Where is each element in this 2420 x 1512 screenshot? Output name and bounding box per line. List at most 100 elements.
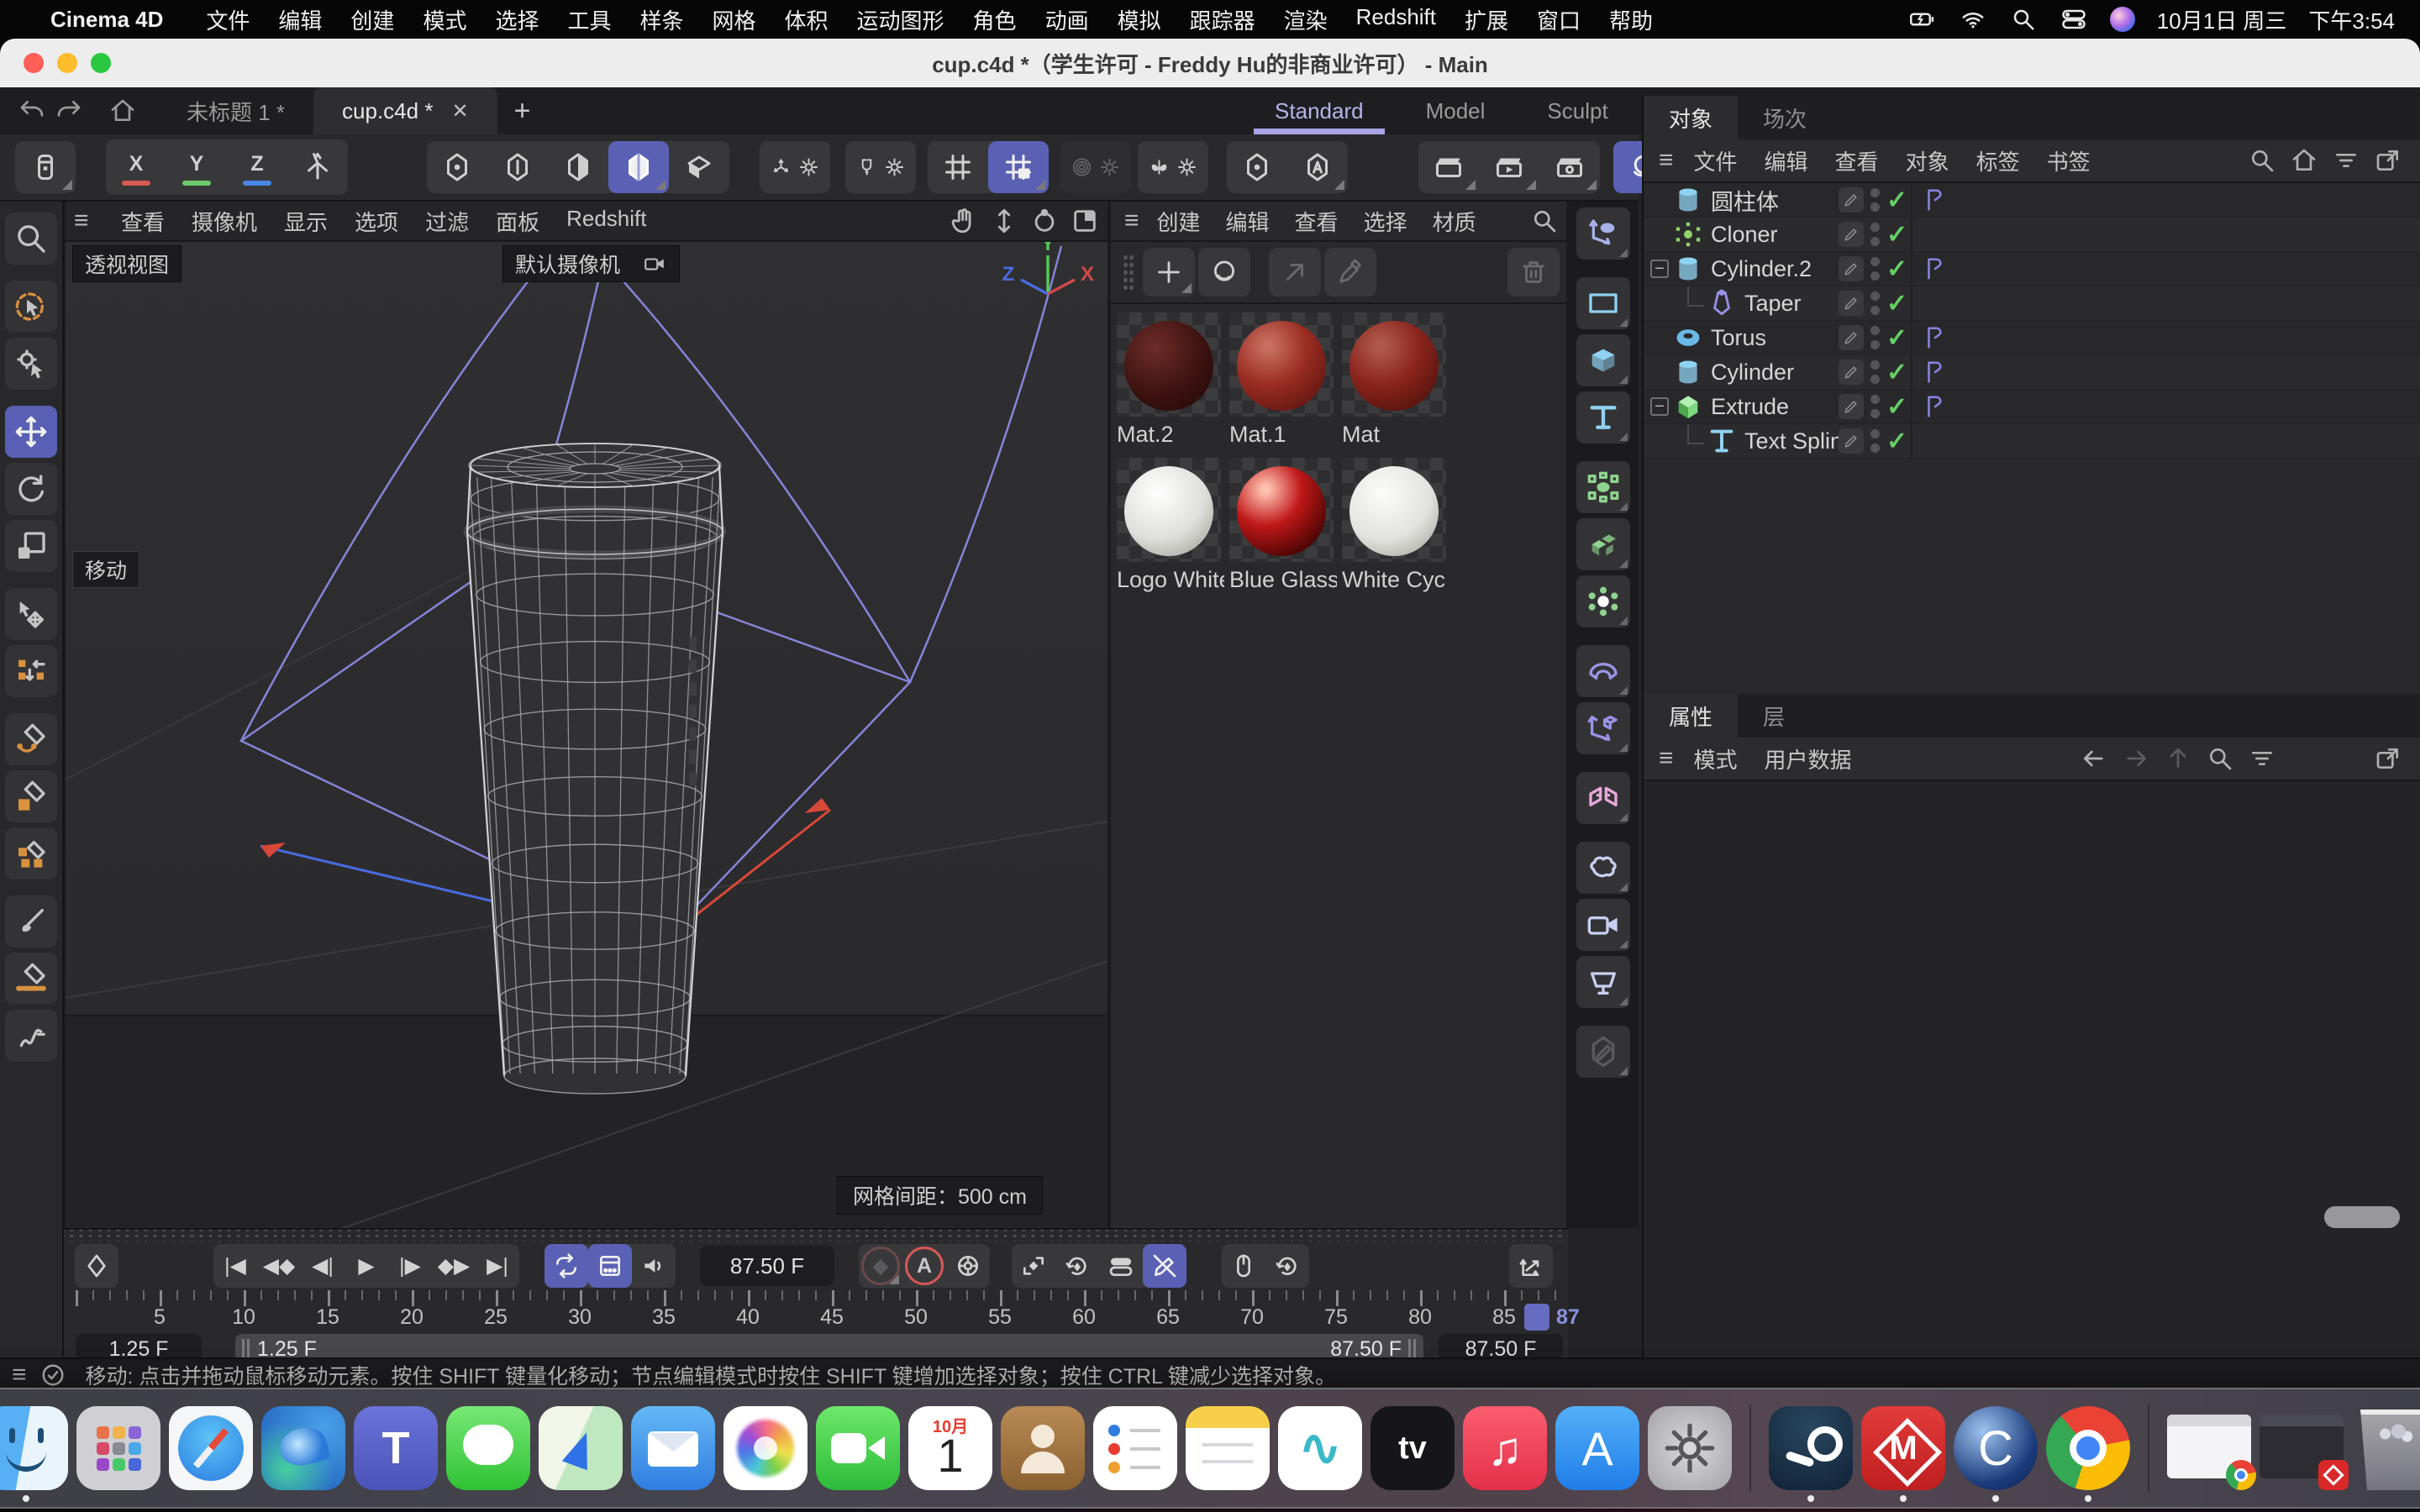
material-item[interactable]: White Cyc [1342, 458, 1449, 593]
edges-mode-button[interactable] [487, 141, 548, 193]
render-view-button[interactable] [1418, 141, 1479, 193]
go-start-button[interactable]: |◀ [213, 1244, 257, 1288]
sound-button[interactable] [632, 1244, 676, 1288]
brush-tool-button[interactable] [5, 895, 57, 948]
menubar-item-1[interactable]: 编辑 [278, 4, 322, 35]
create-environment-tool-button[interactable] [1576, 842, 1630, 894]
create-symmetry-tool-button[interactable] [1576, 772, 1630, 824]
home-icon[interactable] [104, 87, 141, 134]
viewport-menu-选项[interactable]: 选项 [355, 206, 398, 237]
prev-frame-button[interactable]: ◀| [301, 1244, 345, 1288]
dock-reminders[interactable] [1093, 1406, 1177, 1490]
object-search-icon[interactable] [2249, 147, 2275, 174]
workplane-button[interactable] [760, 141, 830, 193]
orbit-view-icon[interactable] [1030, 207, 1059, 235]
symmetry-button[interactable] [1138, 141, 1208, 193]
enable-toggle[interactable] [1839, 394, 1864, 419]
pick-material-button[interactable] [1324, 248, 1376, 297]
menubar-item-18[interactable]: 帮助 [1609, 4, 1653, 35]
object-row-Cylinder.2[interactable]: −Cylinder.2✓ [1644, 252, 2420, 286]
layout-tab-model[interactable]: Model [1395, 87, 1517, 134]
material-menu-创建[interactable]: 创建 [1157, 206, 1201, 237]
dock-cinema4d[interactable]: C [1954, 1406, 2038, 1490]
object-row-Torus[interactable]: Torus✓ [1644, 321, 2420, 355]
timeline-grip[interactable] [64, 1230, 1568, 1242]
enable-toggle[interactable] [1839, 291, 1864, 316]
object-menu-对象[interactable]: 对象 [1906, 145, 1949, 176]
selection-move-button[interactable] [5, 588, 57, 640]
dock-contacts[interactable] [1001, 1406, 1085, 1490]
menubar-item-2[interactable]: 创建 [350, 4, 394, 35]
enabled-check-icon[interactable]: ✓ [1886, 255, 1907, 284]
dock-chrome[interactable] [2046, 1406, 2130, 1490]
create-text-spline-tool-button[interactable] [1576, 391, 1630, 444]
viewport-solo-button[interactable] [15, 141, 76, 193]
material-item[interactable]: Mat [1342, 312, 1449, 448]
enable-toggle[interactable] [1839, 325, 1864, 350]
dock-settings[interactable] [1648, 1406, 1732, 1490]
dock-finder[interactable] [0, 1406, 68, 1490]
attr-search-icon[interactable] [2207, 745, 2233, 772]
material-thumbnail[interactable] [1342, 458, 1446, 562]
dock-facetime[interactable] [816, 1406, 900, 1490]
dock-music[interactable]: ♫ [1463, 1406, 1547, 1490]
expand-toggle-icon[interactable]: − [1650, 397, 1669, 416]
dock-safari[interactable] [169, 1406, 253, 1490]
material-menu-选择[interactable]: 选择 [1364, 206, 1407, 237]
create-mograph-cloner-button[interactable] [1576, 575, 1630, 627]
line-cut-button[interactable] [5, 953, 57, 1005]
prev-key-button[interactable]: ◀◆ [257, 1244, 301, 1288]
next-frame-button[interactable]: |▶ [388, 1244, 432, 1288]
attr-lock-icon[interactable] [2291, 745, 2317, 772]
menubar-item-14[interactable]: 渲染 [1284, 4, 1328, 35]
create-bend-deformer-button[interactable] [1576, 645, 1630, 697]
model-mode-button[interactable] [608, 141, 669, 193]
spline-pen-button[interactable] [5, 713, 57, 765]
material-item[interactable]: Logo White [1117, 458, 1224, 593]
zoom-tool-button[interactable] [5, 213, 57, 265]
dock-redm[interactable]: M [1861, 1406, 1945, 1490]
menubar-item-4[interactable]: 选择 [495, 4, 539, 35]
create-volume-tool-button[interactable] [1576, 518, 1630, 570]
axis-tool-button[interactable] [287, 139, 348, 192]
create-edit-disabled-button[interactable] [1576, 1026, 1630, 1078]
menubar-item-16[interactable]: 扩展 [1465, 4, 1508, 35]
transfer-tool-button[interactable] [5, 645, 57, 697]
menubar-item-3[interactable]: 模式 [423, 4, 466, 35]
play-button[interactable]: ▶ [345, 1244, 388, 1288]
material-item[interactable]: Blue Glass [1229, 458, 1337, 593]
visibility-dots[interactable] [1870, 291, 1880, 315]
menubar-item-11[interactable]: 动画 [1045, 4, 1089, 35]
redo-icon[interactable] [50, 87, 87, 134]
object-menu-文件[interactable]: 文件 [1694, 145, 1738, 176]
dolly-view-icon[interactable] [990, 207, 1018, 235]
enabled-check-icon[interactable]: ✓ [1886, 427, 1907, 456]
lock-x-button[interactable]: X [106, 139, 166, 195]
enabled-check-icon[interactable]: ✓ [1886, 220, 1907, 249]
new-tab-button[interactable]: + [497, 87, 548, 134]
material-menu-材质[interactable]: 材质 [1433, 206, 1476, 237]
undo-icon[interactable] [13, 87, 50, 134]
viewport-menu-过滤[interactable]: 过滤 [425, 206, 469, 237]
battery-icon[interactable] [1908, 7, 1937, 32]
dock-edge[interactable] [261, 1406, 345, 1490]
siri-icon[interactable] [2110, 7, 2135, 32]
spline-sketch-button[interactable] [5, 1010, 57, 1062]
material-search-icon[interactable] [1531, 207, 1558, 234]
attr-up-icon[interactable] [2165, 745, 2191, 772]
object-menu-icon[interactable]: ≡ [1659, 146, 1674, 175]
object-row-Cylinder[interactable]: Cylinder✓ [1644, 355, 2420, 390]
viewport-menu-面板[interactable]: 面板 [496, 206, 539, 237]
material-item[interactable]: Mat.1 [1229, 312, 1337, 448]
dock-appstore[interactable]: A [1555, 1406, 1639, 1490]
enabled-check-icon[interactable]: ✓ [1886, 323, 1907, 353]
viewport-menu-Redshift[interactable]: Redshift [566, 206, 646, 237]
texture-mode-button[interactable] [669, 141, 729, 193]
keyframe-settings-button[interactable] [946, 1244, 990, 1288]
expand-toggle-icon[interactable]: − [1650, 260, 1669, 278]
visibility-dots[interactable] [1870, 429, 1880, 453]
object-row-Cloner[interactable]: Cloner✓ [1644, 218, 2420, 252]
object-menu-标签[interactable]: 标签 [1976, 145, 2020, 176]
material-menu-查看[interactable]: 查看 [1295, 206, 1339, 237]
snap-button[interactable] [845, 141, 916, 193]
